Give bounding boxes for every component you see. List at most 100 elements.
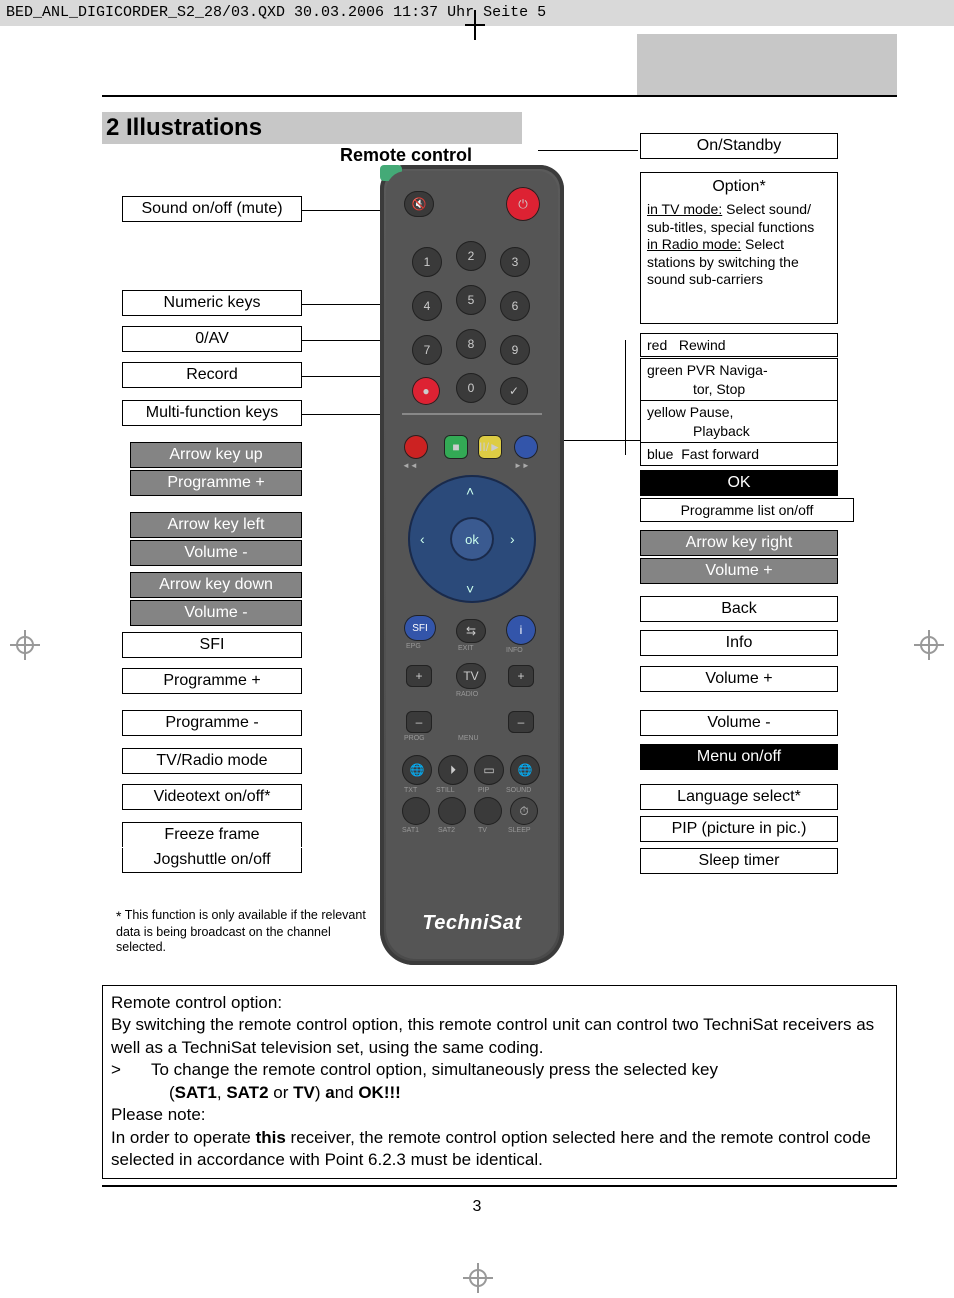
yellow-button[interactable]: II/►: [478, 435, 502, 459]
option-radio-label: in Radio mode:: [647, 236, 741, 252]
vol-minus-button[interactable]: –: [508, 711, 534, 733]
side-tab: [637, 34, 897, 96]
arrow-right[interactable]: ›: [510, 531, 515, 547]
still-button[interactable]: ⏵: [438, 755, 468, 785]
label-yellow-l2: Playback: [640, 420, 838, 443]
label-arrow-left: Arrow key left: [130, 512, 302, 538]
arrow-down[interactable]: ˅: [466, 581, 474, 597]
prog-minus-button[interactable]: –: [406, 711, 432, 733]
page-number: 3: [0, 1198, 954, 1216]
ff-icon: ►►: [514, 461, 530, 470]
radio-label: RADIO: [456, 691, 478, 698]
and-a: a: [325, 1083, 334, 1102]
exit-label: EXIT: [458, 645, 474, 652]
label-mute: Sound on/off (mute): [122, 196, 302, 222]
green-button[interactable]: ■: [444, 435, 468, 459]
prog-label: PROG: [404, 735, 425, 742]
paren-close: ): [315, 1083, 325, 1102]
sleep-button[interactable]: ⏱: [510, 797, 538, 825]
leader: [538, 150, 638, 151]
arrow-up[interactable]: ˄: [466, 483, 474, 499]
sat1-label: SAT1: [402, 827, 419, 834]
label-info: Info: [640, 630, 838, 656]
red-button[interactable]: [404, 435, 428, 459]
key-2[interactable]: 2: [456, 241, 486, 271]
label-prog-plus: Programme +: [130, 470, 302, 496]
arrow-left[interactable]: ‹: [420, 531, 425, 547]
blue-button[interactable]: [514, 435, 538, 459]
sat2-bold: SAT2: [226, 1083, 268, 1102]
label-option: Option* in TV mode: Select sound/ sub-ti…: [640, 172, 838, 324]
rule-top: [102, 95, 897, 97]
label-jogshuttle: Jogshuttle on/off: [122, 848, 302, 873]
footnote-star: *: [116, 908, 121, 924]
key-8[interactable]: 8: [456, 329, 486, 359]
sat2-label: SAT2: [438, 827, 455, 834]
note-l4: Please note:: [111, 1104, 888, 1126]
label-language: Language select*: [640, 784, 838, 810]
sat1-button[interactable]: [402, 797, 430, 825]
sfi-button[interactable]: SFI: [404, 615, 436, 641]
rew-icon: ◄◄: [402, 461, 418, 470]
label-record: Record: [122, 362, 302, 388]
key-1[interactable]: 1: [412, 247, 442, 277]
label-back: Back: [640, 596, 838, 622]
power-button[interactable]: ⏻: [506, 187, 540, 221]
label-prog-plus2: Programme +: [122, 668, 302, 694]
key-0[interactable]: 0: [456, 373, 486, 403]
info-label: INFO: [506, 647, 523, 654]
sound-label: SOUND: [506, 787, 531, 794]
still-label: STILL: [436, 787, 455, 794]
label-arrow-down: Arrow key down: [130, 572, 302, 598]
label-vol-plus2: Volume +: [640, 666, 838, 692]
option-tv-label: in TV mode:: [647, 201, 722, 217]
label-freeze: Freeze frame: [122, 822, 302, 847]
section-heading: 2 Illustrations: [102, 112, 522, 144]
comma1: ,: [217, 1083, 226, 1102]
sat1-bold: SAT1: [175, 1083, 217, 1102]
mute-button[interactable]: 🔇: [404, 191, 434, 217]
sat2-button[interactable]: [438, 797, 466, 825]
label-ok: OK: [640, 470, 838, 496]
info-button[interactable]: i: [506, 615, 536, 645]
menu-label: MENU: [458, 735, 479, 742]
pip-button[interactable]: ▭: [474, 755, 504, 785]
tv-button[interactable]: TV: [456, 663, 486, 689]
key-6[interactable]: 6: [500, 291, 530, 321]
label-0av: 0/AV: [122, 326, 302, 352]
note-l5a: In order to operate: [111, 1128, 256, 1147]
tv2-label: TV: [478, 827, 487, 834]
label-vol-minus3: Volume -: [640, 710, 838, 736]
label-pip: PIP (picture in pic.): [640, 816, 838, 842]
label-arrow-right: Arrow key right: [640, 530, 838, 556]
exit-button[interactable]: ⇆: [456, 619, 486, 643]
key-7[interactable]: 7: [412, 335, 442, 365]
sleep-label: SLEEP: [508, 827, 531, 834]
footnote: * This function is only available if the…: [116, 908, 366, 955]
subheading: Remote control: [340, 145, 472, 166]
or-text: or: [269, 1083, 294, 1102]
key-5[interactable]: 5: [456, 285, 486, 315]
ok-button[interactable]: ok: [450, 517, 494, 561]
tvsel-button[interactable]: [474, 797, 502, 825]
remote-option-note: Remote control option: By switching the …: [102, 985, 897, 1179]
label-menu: Menu on/off: [640, 744, 838, 770]
crop-mark-top: [465, 15, 485, 35]
vol-plus-button[interactable]: +: [508, 665, 534, 687]
check-button[interactable]: ✓: [500, 377, 528, 405]
record-button[interactable]: ●: [412, 377, 440, 405]
remote-control: 🔇 ⏻ 1 2 3 4 5 6 7 8 9 0 ● ✓ ■ II/► ◄◄ ►►…: [380, 165, 564, 965]
label-standby: On/Standby: [640, 133, 838, 159]
prog-plus-button[interactable]: +: [406, 665, 432, 687]
label-green-l2: tor, Stop: [640, 378, 838, 401]
label-proglist: Programme list on/off: [640, 498, 854, 522]
key-3[interactable]: 3: [500, 247, 530, 277]
label-prog-minus: Programme -: [122, 710, 302, 736]
txt-button[interactable]: 🌐: [402, 755, 432, 785]
leader: [560, 440, 642, 441]
label-vol-minus2: Volume -: [130, 600, 302, 626]
txt-label: TXT: [404, 787, 417, 794]
sound-button[interactable]: 🌐: [510, 755, 540, 785]
key-9[interactable]: 9: [500, 335, 530, 365]
key-4[interactable]: 4: [412, 291, 442, 321]
